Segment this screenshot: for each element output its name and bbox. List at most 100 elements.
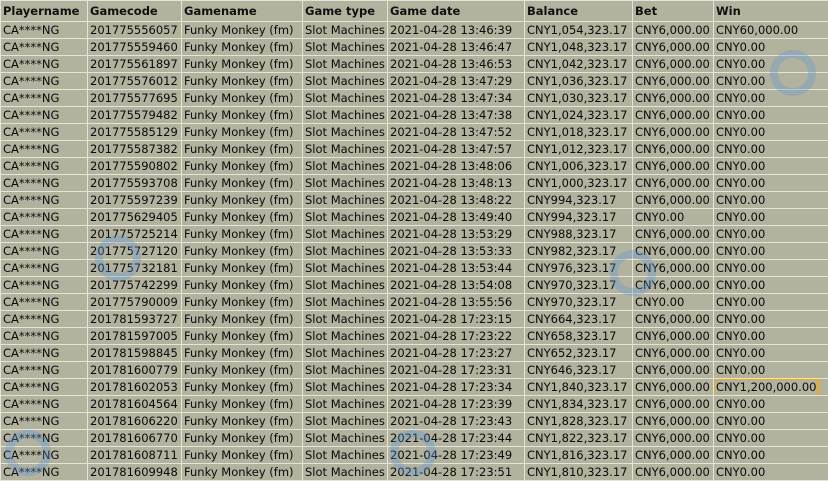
cell-bet: CNY6,000.00	[633, 447, 714, 464]
cell-game-type: Slot Machines	[303, 175, 388, 192]
cell-win: CNY0.00	[714, 260, 828, 277]
cell-game-type: Slot Machines	[303, 192, 388, 209]
cell-game-type: Slot Machines	[303, 379, 388, 396]
cell-win: CNY0.00	[714, 39, 828, 56]
cell-game-type: Slot Machines	[303, 124, 388, 141]
table-row[interactable]: CA****NG201775593708Funky Monkey (fm)Slo…	[1, 175, 828, 192]
cell-bet: CNY6,000.00	[633, 379, 714, 396]
cell-gamecode: 201781598845	[88, 345, 182, 362]
table-row[interactable]: CA****NG201775576012Funky Monkey (fm)Slo…	[1, 73, 828, 90]
cell-bet: CNY6,000.00	[633, 192, 714, 209]
cell-gamecode: 201781602053	[88, 379, 182, 396]
col-header-gamename[interactable]: Gamename	[182, 1, 303, 22]
cell-gamename: Funky Monkey (fm)	[182, 39, 303, 56]
col-header-win[interactable]: Win	[714, 1, 828, 22]
cell-gamecode: 201775585129	[88, 124, 182, 141]
col-header-playername[interactable]: Playername	[1, 1, 88, 22]
header-row: Playername Gamecode Gamename Game type G…	[1, 1, 828, 22]
cell-bet: CNY6,000.00	[633, 141, 714, 158]
table-row[interactable]: CA****NG201775577695Funky Monkey (fm)Slo…	[1, 90, 828, 107]
col-header-game-date[interactable]: Game date	[388, 1, 525, 22]
cell-gamecode: 201775576012	[88, 73, 182, 90]
cell-game-type: Slot Machines	[303, 277, 388, 294]
cell-bet: CNY6,000.00	[633, 39, 714, 56]
cell-bet: CNY6,000.00	[633, 107, 714, 124]
cell-playername: CA****NG	[1, 175, 88, 192]
cell-game-type: Slot Machines	[303, 345, 388, 362]
cell-gamename: Funky Monkey (fm)	[182, 294, 303, 311]
table-row[interactable]: CA****NG201781598845Funky Monkey (fm)Slo…	[1, 345, 828, 362]
cell-playername: CA****NG	[1, 328, 88, 345]
cell-balance: CNY1,012,323.17	[525, 141, 633, 158]
table-row[interactable]: CA****NG201781606770Funky Monkey (fm)Slo…	[1, 430, 828, 447]
cell-gamecode: 201781593727	[88, 311, 182, 328]
cell-balance: CNY1,834,323.17	[525, 396, 633, 413]
cell-gamecode: 201775725214	[88, 226, 182, 243]
cell-bet: CNY6,000.00	[633, 90, 714, 107]
cell-balance: CNY994,323.17	[525, 209, 633, 226]
cell-gamecode: 201775790009	[88, 294, 182, 311]
col-header-gamecode[interactable]: Gamecode	[88, 1, 182, 22]
table-row[interactable]: CA****NG201781600779Funky Monkey (fm)Slo…	[1, 362, 828, 379]
table-row[interactable]: CA****NG201775725214Funky Monkey (fm)Slo…	[1, 226, 828, 243]
cell-bet: CNY0.00	[633, 209, 714, 226]
cell-gamename: Funky Monkey (fm)	[182, 192, 303, 209]
table-row[interactable]: CA****NG201775727120Funky Monkey (fm)Slo…	[1, 243, 828, 260]
table-row[interactable]: CA****NG201781593727Funky Monkey (fm)Slo…	[1, 311, 828, 328]
table-row[interactable]: CA****NG201781604564Funky Monkey (fm)Slo…	[1, 396, 828, 413]
table-row[interactable]: CA****NG201781606220Funky Monkey (fm)Slo…	[1, 413, 828, 430]
table-row[interactable]: CA****NG201781597005Funky Monkey (fm)Slo…	[1, 328, 828, 345]
cell-playername: CA****NG	[1, 430, 88, 447]
cell-gamecode: 201781600779	[88, 362, 182, 379]
cell-playername: CA****NG	[1, 362, 88, 379]
cell-playername: CA****NG	[1, 379, 88, 396]
cell-gamecode: 201781609948	[88, 464, 182, 481]
table-row[interactable]: CA****NG201775629405Funky Monkey (fm)Slo…	[1, 209, 828, 226]
cell-bet: CNY6,000.00	[633, 158, 714, 175]
cell-balance: CNY1,822,323.17	[525, 430, 633, 447]
table-row[interactable]: CA****NG201775556057Funky Monkey (fm)Slo…	[1, 22, 828, 39]
table-row[interactable]: CA****NG201775590802Funky Monkey (fm)Slo…	[1, 158, 828, 175]
cell-win: CNY0.00	[714, 73, 828, 90]
highlighted-win-value: CNY1,200,000.00	[715, 380, 817, 395]
cell-gamename: Funky Monkey (fm)	[182, 56, 303, 73]
cell-gamecode: 201775727120	[88, 243, 182, 260]
table-row[interactable]: CA****NG201781609948Funky Monkey (fm)Slo…	[1, 464, 828, 481]
cell-playername: CA****NG	[1, 192, 88, 209]
cell-game-type: Slot Machines	[303, 56, 388, 73]
cell-playername: CA****NG	[1, 124, 88, 141]
table-row[interactable]: CA****NG201775579482Funky Monkey (fm)Slo…	[1, 107, 828, 124]
table-row[interactable]: CA****NG201781602053Funky Monkey (fm)Slo…	[1, 379, 828, 396]
col-header-bet[interactable]: Bet	[633, 1, 714, 22]
cell-balance: CNY1,840,323.17	[525, 379, 633, 396]
cell-gamename: Funky Monkey (fm)	[182, 311, 303, 328]
cell-game-date: 2021-04-28 17:23:34	[388, 379, 525, 396]
cell-win: CNY0.00	[714, 311, 828, 328]
cell-bet: CNY6,000.00	[633, 56, 714, 73]
table-row[interactable]: CA****NG201775790009Funky Monkey (fm)Slo…	[1, 294, 828, 311]
cell-win: CNY0.00	[714, 124, 828, 141]
cell-game-type: Slot Machines	[303, 362, 388, 379]
cell-game-type: Slot Machines	[303, 311, 388, 328]
cell-bet: CNY6,000.00	[633, 396, 714, 413]
table-row[interactable]: CA****NG201775559460Funky Monkey (fm)Slo…	[1, 39, 828, 56]
table-row[interactable]: CA****NG201781608711Funky Monkey (fm)Slo…	[1, 447, 828, 464]
table-row[interactable]: CA****NG201775732181Funky Monkey (fm)Slo…	[1, 260, 828, 277]
cell-balance: CNY1,048,323.17	[525, 39, 633, 56]
table-body: CA****NG201775556057Funky Monkey (fm)Slo…	[1, 22, 828, 481]
cell-gamename: Funky Monkey (fm)	[182, 464, 303, 481]
table-row[interactable]: CA****NG201775585129Funky Monkey (fm)Slo…	[1, 124, 828, 141]
cell-playername: CA****NG	[1, 345, 88, 362]
cell-gamename: Funky Monkey (fm)	[182, 175, 303, 192]
cell-win: CNY1,200,000.00	[714, 379, 828, 396]
cell-gamename: Funky Monkey (fm)	[182, 396, 303, 413]
table-row[interactable]: CA****NG201775587382Funky Monkey (fm)Slo…	[1, 141, 828, 158]
cell-balance: CNY1,828,323.17	[525, 413, 633, 430]
col-header-game-type[interactable]: Game type	[303, 1, 388, 22]
cell-playername: CA****NG	[1, 447, 88, 464]
table-row[interactable]: CA****NG201775597239Funky Monkey (fm)Slo…	[1, 192, 828, 209]
col-header-balance[interactable]: Balance	[525, 1, 633, 22]
table-row[interactable]: CA****NG201775561897Funky Monkey (fm)Slo…	[1, 56, 828, 73]
table-row[interactable]: CA****NG201775742299Funky Monkey (fm)Slo…	[1, 277, 828, 294]
cell-game-date: 2021-04-28 13:48:06	[388, 158, 525, 175]
